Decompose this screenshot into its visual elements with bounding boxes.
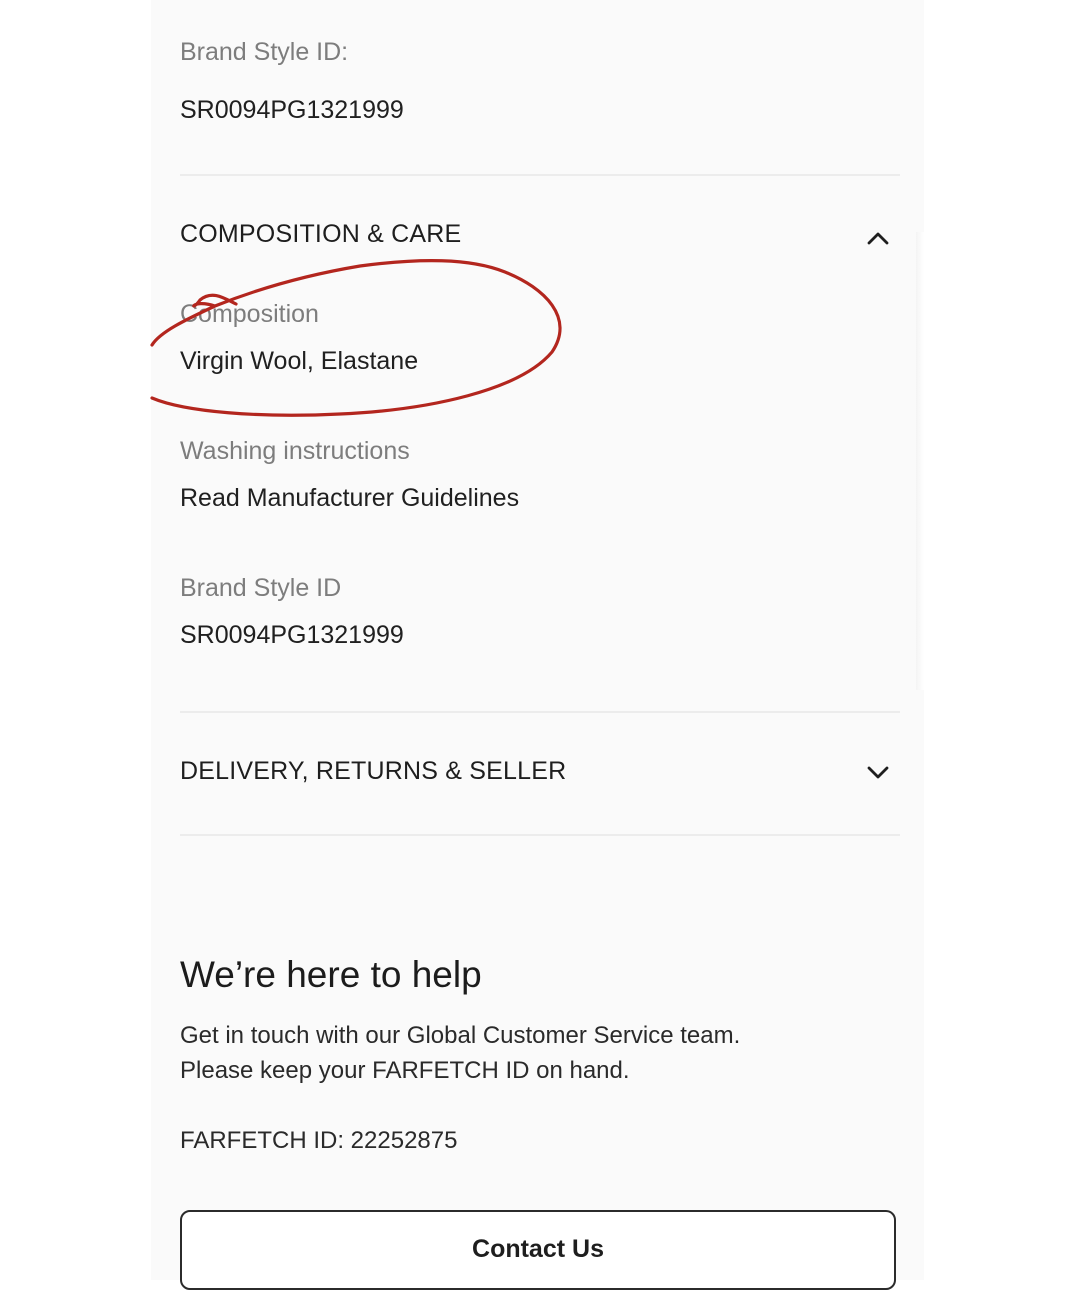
composition-care-title: COMPOSITION & CARE — [180, 220, 462, 248]
delivery-title: DELIVERY, RETURNS & SELLER — [180, 757, 567, 785]
care-panel-edge — [916, 232, 924, 690]
brand-style-label: Brand Style ID: — [180, 38, 349, 66]
washing-instructions-label: Washing instructions — [180, 437, 410, 465]
chevron-up-icon[interactable] — [865, 225, 891, 251]
brand-style-value: SR0094PG1321999 — [180, 96, 404, 124]
care-brand-style-label: Brand Style ID — [180, 574, 342, 602]
chevron-down-icon[interactable] — [865, 760, 891, 786]
farfetch-id: FARFETCH ID: 22252875 — [180, 1127, 458, 1154]
help-title: We’re here to help — [180, 954, 482, 995]
contact-us-button[interactable]: Contact Us — [180, 1210, 896, 1290]
composition-value: Virgin Wool, Elastane — [180, 347, 419, 375]
divider — [180, 711, 900, 713]
composition-care-accordion-header[interactable]: COMPOSITION & CARE — [180, 215, 900, 259]
divider — [180, 174, 900, 176]
composition-label: Composition — [180, 300, 319, 328]
care-brand-style-value: SR0094PG1321999 — [180, 621, 404, 649]
help-text-line-1: Get in touch with our Global Customer Se… — [180, 1022, 741, 1049]
help-text-line-2: Please keep your FARFETCH ID on hand. — [180, 1057, 630, 1084]
delivery-accordion-header[interactable]: DELIVERY, RETURNS & SELLER — [180, 752, 900, 796]
washing-instructions-value: Read Manufacturer Guidelines — [180, 484, 520, 512]
divider — [180, 834, 900, 836]
